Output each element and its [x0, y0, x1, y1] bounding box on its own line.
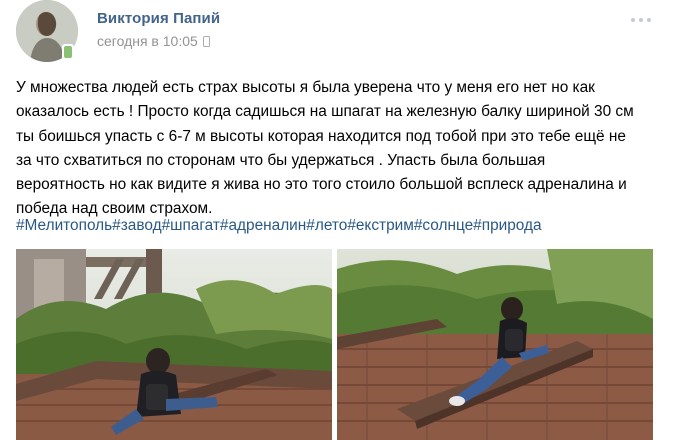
hashtag-link[interactable]: #солнце: [414, 217, 473, 234]
post-text: У множества людей есть страх высоты я бы…: [16, 79, 634, 218]
dot: [647, 18, 651, 22]
post-photo-1[interactable]: [16, 249, 332, 440]
hashtag-link[interactable]: #лето: [306, 217, 347, 234]
hashtag-link[interactable]: #природа: [473, 217, 541, 234]
phone-icon: [202, 35, 210, 47]
mobile-online-icon: [62, 44, 74, 60]
dot: [639, 18, 643, 22]
dot: [631, 18, 635, 22]
author-name[interactable]: Виктория Папий: [97, 10, 220, 27]
hashtag-link[interactable]: #адреналин: [220, 217, 306, 234]
photo-image: [16, 249, 332, 440]
hashtag-link[interactable]: #шпагат: [162, 217, 220, 234]
hashtag-link[interactable]: #завод: [112, 217, 161, 234]
post-time-text: сегодня в 10:05: [97, 33, 198, 49]
hashtag-link[interactable]: #Мелитополь: [16, 217, 112, 234]
hashtag-list: #Мелитополь#завод#шпагат#адреналин#лето#…: [16, 214, 656, 238]
photo-image: [337, 249, 653, 440]
wall-post: Виктория Папий сегодня в 10:05 У множест…: [0, 0, 674, 440]
more-dots-icon[interactable]: [626, 10, 656, 30]
post-photo-2[interactable]: [337, 249, 653, 440]
hashtag-link[interactable]: #екстрим: [347, 217, 414, 234]
post-timestamp[interactable]: сегодня в 10:05: [97, 33, 210, 49]
